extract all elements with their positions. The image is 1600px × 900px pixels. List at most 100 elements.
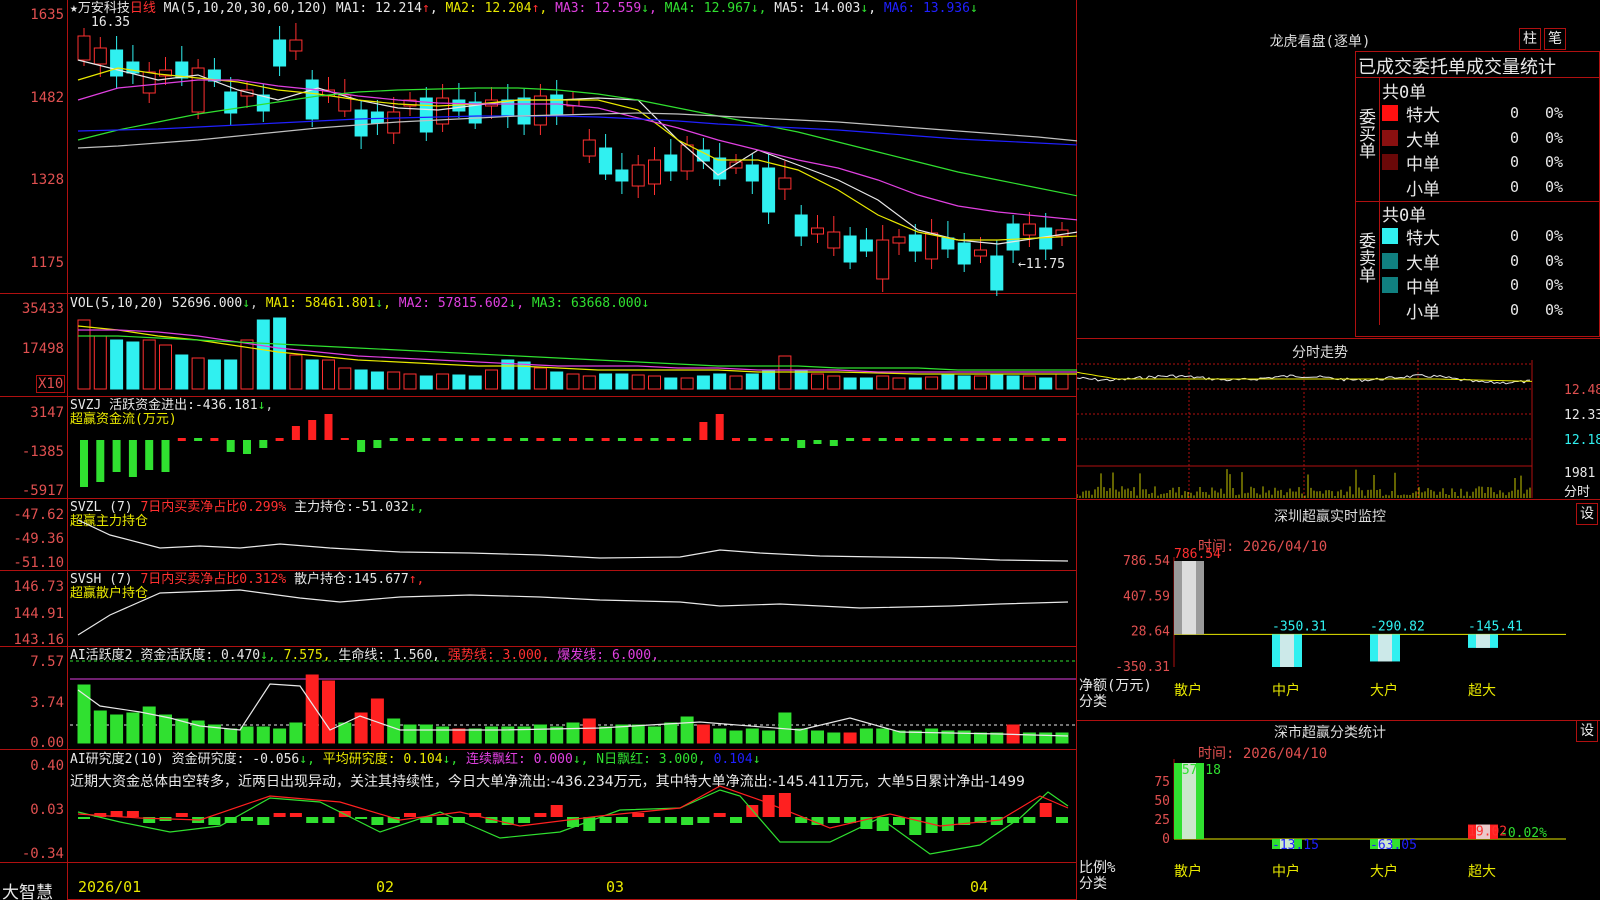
candle	[664, 154, 678, 172]
order-row-buy: 小单 0 0%	[1382, 175, 1597, 200]
active-bar	[1039, 732, 1053, 744]
y-tick: 407.59	[1123, 589, 1170, 604]
category-label: 中户	[1272, 863, 1300, 880]
order-type: 小单	[1406, 179, 1440, 200]
pen-mode-button[interactable]: 笔	[1544, 28, 1566, 50]
intraday-ytick: 12.18	[1564, 433, 1600, 448]
volume-bar	[566, 373, 580, 390]
brand-logo[interactable]: 大智慧	[2, 878, 53, 900]
svzj-bar	[536, 438, 545, 441]
svzj-bar	[210, 438, 219, 441]
order-pct: 0%	[1545, 300, 1564, 319]
candle	[631, 164, 645, 187]
order-type: 特大	[1406, 106, 1440, 126]
color-swatch	[1382, 178, 1398, 195]
research-bar	[436, 817, 449, 825]
order-count: 0	[1510, 128, 1520, 147]
y-tick: 786.54	[1123, 554, 1170, 569]
svzj-bar	[145, 440, 154, 470]
order-pct: 0%	[1545, 153, 1564, 171]
volume-bar	[175, 354, 189, 390]
candle	[811, 227, 824, 235]
classify-chart: 7550250157.18散户-13.15中户-63.05大户19.02超大	[1154, 759, 1566, 880]
order-type: 大单	[1406, 130, 1440, 151]
y-tick: 0	[1162, 832, 1170, 847]
research-bar	[941, 817, 954, 831]
volume-bar	[256, 319, 270, 390]
research-bar	[1056, 817, 1068, 823]
volume-bar	[207, 359, 221, 390]
candle	[941, 237, 955, 250]
volume-bar	[729, 375, 743, 390]
classify-settings-button[interactable]: 设	[1576, 720, 1598, 742]
order-count: 0	[1510, 227, 1520, 245]
bar-highlight	[1182, 561, 1196, 635]
order-row-sell: 中单 0 0%	[1382, 273, 1597, 298]
lhb-subtitle: 已成交委托单成交量统计	[1358, 57, 1556, 78]
color-swatch	[1382, 301, 1398, 318]
volume-bar	[305, 359, 319, 390]
svzj-bar	[829, 440, 838, 446]
candle	[729, 161, 743, 169]
intraday-title: 分时走势	[1292, 345, 1348, 361]
research-bar	[599, 817, 612, 823]
kline-chart-area[interactable]	[0, 0, 1077, 900]
active-bar	[745, 728, 759, 744]
volume-bar	[615, 373, 629, 390]
xaxis-label: 2026/01	[78, 878, 142, 896]
svzj-bar	[324, 414, 333, 440]
svzj-bar	[699, 422, 708, 440]
candle	[778, 177, 792, 190]
candle	[273, 39, 287, 67]
candle	[925, 232, 939, 260]
research-bar	[534, 813, 547, 817]
category-label: 超大	[1468, 864, 1496, 880]
order-row-sell: 大单 0 0%	[1382, 249, 1597, 274]
active-bar	[566, 722, 580, 744]
svzj-bar	[454, 438, 463, 441]
research-bar	[550, 805, 563, 817]
volume-bar	[843, 377, 857, 390]
bar-value: 157.18	[1174, 763, 1221, 778]
candle	[892, 236, 906, 244]
active-bar	[533, 724, 547, 744]
svzj-bar	[308, 420, 317, 440]
active-bar	[794, 728, 808, 744]
category-label: 散户	[1174, 682, 1202, 699]
color-swatch	[1382, 277, 1398, 293]
active-bar	[876, 728, 890, 744]
volume-bar	[419, 375, 433, 390]
volume-bar	[126, 341, 140, 390]
volume-bar	[1055, 373, 1069, 390]
bar-mode-button[interactable]: 柱	[1519, 28, 1541, 50]
bar-highlight	[1280, 634, 1294, 667]
y-tick: 25	[1154, 813, 1170, 828]
active-bar	[419, 724, 433, 744]
candle	[77, 35, 91, 61]
order-type: 特大	[1406, 229, 1440, 249]
volume-bar	[648, 375, 661, 390]
volume-bar	[713, 373, 727, 390]
svzj-bar	[552, 438, 561, 441]
candle	[354, 109, 368, 137]
active-bar	[811, 730, 824, 744]
active-bar	[648, 726, 661, 744]
candle	[1022, 223, 1036, 236]
svzj-bar	[943, 438, 952, 441]
intraday-chart[interactable]	[1077, 360, 1600, 500]
research-bar	[893, 817, 905, 825]
svzj-bar	[878, 438, 887, 441]
volume-bar	[191, 357, 205, 390]
buy-side-label: 委买单	[1355, 108, 1375, 159]
order-count: 0	[1510, 276, 1520, 294]
active-bar	[680, 716, 694, 744]
volume-bar	[582, 375, 596, 390]
candle	[517, 97, 531, 125]
svzj-bar	[471, 438, 480, 441]
active-bar	[93, 710, 107, 744]
research-bar	[78, 817, 90, 819]
volume-bar	[990, 374, 1004, 390]
color-swatch	[1382, 129, 1398, 146]
candle	[908, 234, 922, 252]
bar-highlight	[1378, 634, 1392, 662]
